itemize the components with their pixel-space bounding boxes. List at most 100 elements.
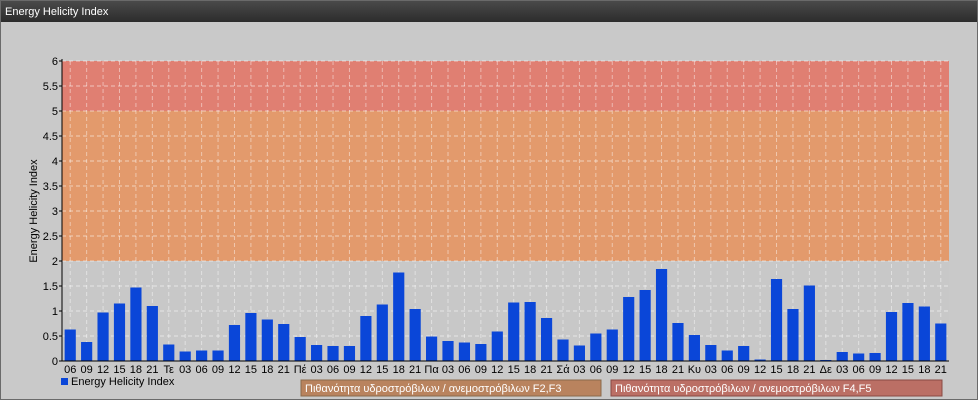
- y-tick-labels: 0 0.5 1 1.5 2 2.5 3 3.5 4 4.5 5 5.5 6: [43, 56, 62, 368]
- x-tick-label: 09: [738, 364, 750, 376]
- band-badge-f4f5-label: Πιθανότητα υδροστρόβιλων / ανεμοστρόβιλω…: [615, 383, 872, 395]
- legend-label: Energy Helicity Index: [71, 376, 175, 388]
- bar: [393, 272, 405, 361]
- x-tick-label: 03: [705, 364, 717, 376]
- bar: [245, 313, 257, 361]
- x-tick-label: Σά: [556, 364, 570, 376]
- bar: [261, 319, 273, 361]
- x-tick-label: 09: [212, 364, 224, 376]
- y-axis-label: Energy Helicity Index: [28, 159, 40, 263]
- x-tick-label: 15: [639, 364, 651, 376]
- y-tick-label: 0: [52, 356, 58, 368]
- bar: [442, 341, 454, 361]
- x-tick-label: 03: [179, 364, 191, 376]
- y-tick-label: 2: [52, 256, 58, 268]
- bar: [475, 344, 487, 361]
- x-tick-label: Πα: [424, 364, 439, 376]
- x-tick-label: 03: [442, 364, 454, 376]
- x-tick-label: 03: [836, 364, 848, 376]
- y-tick-label: 3.5: [43, 181, 58, 193]
- x-tick-label: 09: [606, 364, 618, 376]
- bar: [278, 324, 290, 361]
- bar: [64, 329, 76, 361]
- x-tick-label: 09: [343, 364, 355, 376]
- bar: [853, 353, 865, 361]
- bar: [540, 318, 553, 361]
- x-tick-label: 09: [869, 364, 881, 376]
- bar: [655, 269, 668, 361]
- x-tick-label: 18: [655, 364, 667, 376]
- x-tick-label: 06: [458, 364, 470, 376]
- x-tick-label: 21: [935, 364, 947, 376]
- bar: [179, 351, 191, 361]
- x-tick-label: 09: [81, 364, 93, 376]
- x-tick-label: 21: [146, 364, 158, 376]
- bar: [836, 352, 848, 361]
- bar: [212, 350, 224, 361]
- bar: [425, 336, 438, 361]
- bar: [803, 285, 815, 361]
- y-tick-label: 4.5: [43, 131, 58, 143]
- bar: [228, 325, 241, 361]
- x-tick-label: 12: [754, 364, 766, 376]
- x-tick-label: 18: [393, 364, 405, 376]
- bar: [557, 339, 569, 361]
- bar: [376, 304, 388, 361]
- bar: [573, 345, 586, 361]
- x-tick-label: 15: [376, 364, 388, 376]
- x-tick-label: 15: [770, 364, 782, 376]
- bar: [688, 335, 700, 361]
- bar: [885, 312, 898, 361]
- x-tick-label: 15: [902, 364, 914, 376]
- y-tick-label: 1: [52, 306, 58, 318]
- x-tick-label: Πέ: [294, 364, 307, 376]
- x-tick-label: 18: [918, 364, 930, 376]
- bar: [738, 346, 750, 361]
- band-badge-f2f3: Πιθανότητα υδροστρόβιλων / ανεμοστρόβιλω…: [300, 379, 602, 397]
- y-tick-label: 0.5: [43, 331, 58, 343]
- bar: [327, 346, 339, 361]
- bar: [508, 302, 520, 361]
- bar: [97, 312, 109, 361]
- x-tick-label: 12: [360, 364, 372, 376]
- bar: [721, 350, 733, 361]
- x-tick-label: 06: [590, 364, 602, 376]
- chart-window: 0 0.5 1 1.5 2 2.5 3 3.5 4 4.5 5 5.5 6 06 09 12 15 18 21 Τε…: [0, 0, 978, 400]
- x-tick-label: 15: [245, 364, 257, 376]
- bar: [606, 329, 618, 361]
- bar: [311, 345, 323, 361]
- legend: Energy Helicity Index: [61, 376, 175, 388]
- y-tick-label: 6: [52, 56, 58, 68]
- band-badge-f2f3-label: Πιθανότητα υδροστρόβιλων / ανεμοστρόβιλω…: [305, 383, 562, 395]
- x-tick-label: 18: [130, 364, 142, 376]
- bar: [590, 333, 602, 361]
- bar: [409, 309, 421, 361]
- y-tick-label: 3: [52, 206, 58, 218]
- band-badge-f4f5: Πιθανότητα υδροστρόβιλων / ανεμοστρόβιλω…: [610, 379, 943, 397]
- y-tick-label: 5: [52, 106, 58, 118]
- x-tick-label: 21: [278, 364, 290, 376]
- bar: [869, 353, 881, 361]
- bar: [524, 302, 536, 361]
- y-tick-label: 1.5: [43, 281, 58, 293]
- x-tick-label: 21: [672, 364, 684, 376]
- x-tick-labels: 06 09 12 15 18 21 Τε 03 06 09 12 15 18 21 Πέ 03 06 09 12 15…: [64, 364, 947, 376]
- y-tick-label: 5.5: [43, 81, 58, 93]
- bar: [491, 331, 503, 361]
- chart-canvas: 0 0.5 1 1.5 2 2.5 3 3.5 4 4.5 5 5.5 6 06 09 12 15 18 21 Τε…: [28, 56, 949, 397]
- bar: [935, 323, 947, 361]
- bar: [918, 306, 930, 361]
- bar: [458, 342, 471, 361]
- x-tick-label: 06: [853, 364, 865, 376]
- x-tick-label: 12: [623, 364, 635, 376]
- bar: [787, 309, 799, 361]
- bar: [294, 337, 306, 361]
- bar: [343, 346, 356, 361]
- x-tick-label: Κυ: [688, 364, 701, 376]
- bar: [113, 303, 126, 361]
- x-tick-label: 06: [327, 364, 339, 376]
- x-tick-label: 12: [228, 364, 240, 376]
- bar: [130, 287, 142, 361]
- bar: [902, 303, 914, 361]
- legend-swatch: [61, 378, 68, 385]
